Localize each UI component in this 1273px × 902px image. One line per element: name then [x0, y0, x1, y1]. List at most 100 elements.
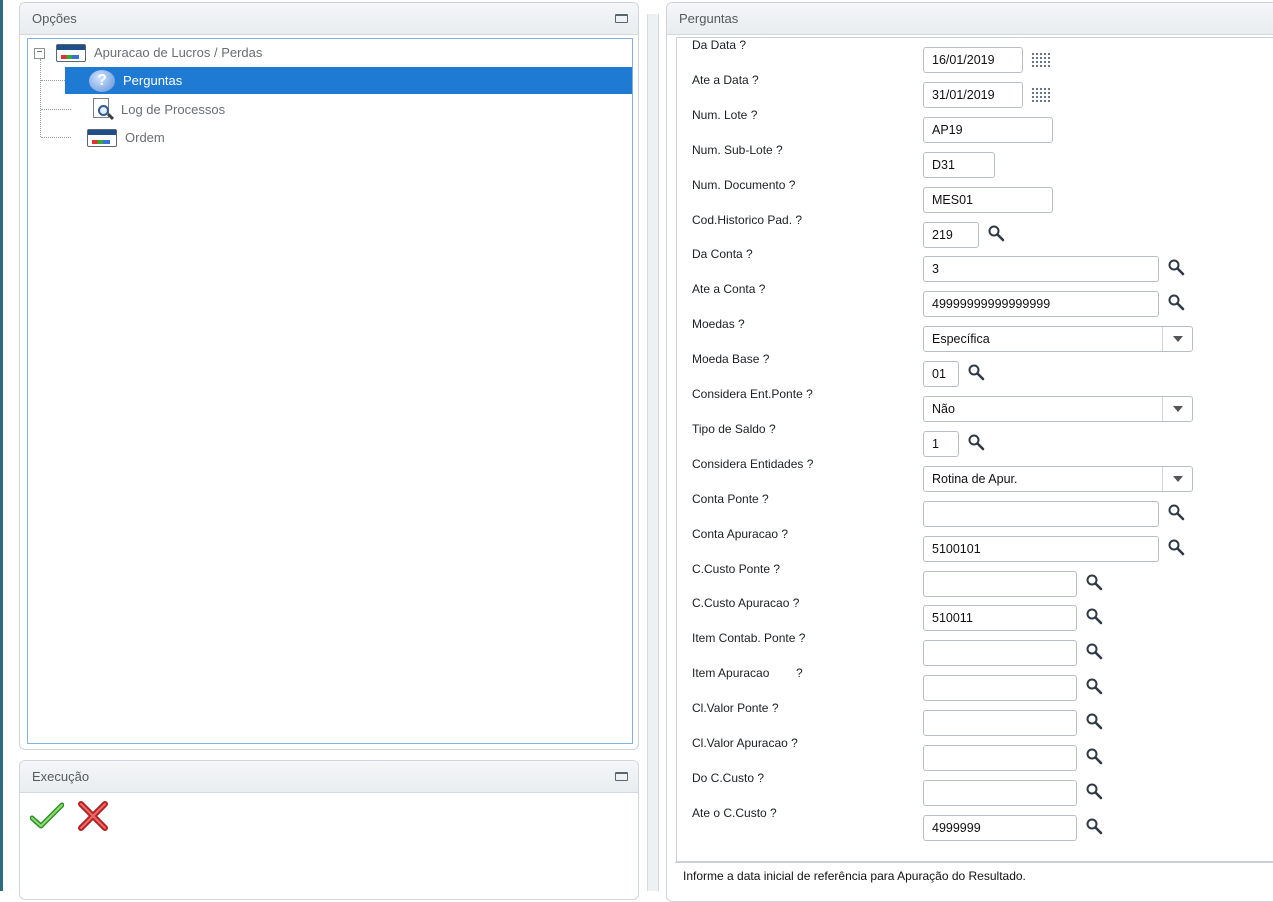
execution-panel-title: Execução — [32, 769, 90, 784]
select-value: Não — [932, 402, 955, 416]
question-row: Moeda Base ? 01 — [677, 349, 1273, 388]
question-label: Cl.Valor Ponte ? — [692, 701, 779, 716]
search-icon[interactable] — [967, 433, 985, 451]
input-value: 16/01/2019 — [932, 53, 995, 67]
question-label: Item Apuracao ? — [692, 666, 803, 681]
search-icon[interactable] — [1085, 677, 1103, 695]
question-label: Do C.Custo ? — [692, 770, 765, 785]
question-row: Num. Documento ? MES01 — [677, 175, 1273, 213]
input-value: 31/01/2019 — [932, 87, 995, 102]
search-icon[interactable] — [1085, 573, 1103, 591]
options-panel: Opções − Apuracao de Lucros / Perdas ? P… — [19, 2, 639, 750]
cancel-x-icon[interactable] — [76, 801, 110, 831]
question-row: Cl.Valor Apuracao ? — [677, 733, 1273, 771]
search-icon[interactable] — [1085, 782, 1103, 800]
question-row: Do C.Custo ? — [677, 768, 1273, 806]
window-icon — [56, 43, 86, 62]
tree-connector — [40, 59, 41, 137]
input-value: 1 — [932, 436, 939, 451]
question-row: Num. Sub-Lote ? D31 — [677, 140, 1273, 178]
question-row: C.Custo Ponte ? — [677, 559, 1273, 597]
questions-panel: Perguntas Da Data ? 16/01/2019 Ate a Data … — [666, 2, 1273, 902]
panel-splitter[interactable] — [647, 14, 659, 891]
select-value: Específica — [932, 332, 990, 347]
tree-item-label: Ordem — [125, 130, 165, 145]
search-icon[interactable] — [987, 224, 1005, 242]
question-label: Ate o C.Custo ? — [692, 805, 777, 820]
search-icon[interactable] — [967, 363, 985, 381]
question-label: Moeda Base ? — [692, 352, 770, 367]
tree-item-label: Perguntas — [123, 73, 183, 88]
execution-panel-header: Execução — [20, 761, 638, 793]
question-label: Da Conta ? — [692, 247, 753, 262]
question-label: Cl.Valor Apuracao ? — [692, 736, 798, 750]
window-icon — [87, 128, 117, 147]
question-row: Cod.Historico Pad. ? 219 — [677, 210, 1273, 248]
input-value: 01 — [932, 367, 946, 382]
question-row: Considera Entidades ? Rotina de Apur. — [677, 454, 1273, 492]
question-row: Da Conta ? 3 — [677, 244, 1273, 283]
question-row: Ate a Data ? 31/01/2019 — [677, 70, 1273, 108]
question-input[interactable]: 4999999 — [923, 814, 1077, 841]
options-tree: − Apuracao de Lucros / Perdas ? Pergunta… — [27, 38, 633, 744]
search-icon[interactable] — [1085, 747, 1103, 765]
chevron-down-icon[interactable] — [1162, 397, 1192, 421]
question-row: Item Contab. Ponte ? — [677, 628, 1273, 667]
question-label: Considera Ent.Ponte ? — [692, 387, 813, 401]
tree-root[interactable]: − Apuracao de Lucros / Perdas — [28, 39, 632, 66]
question-label: Item Contab. Ponte ? — [692, 631, 806, 646]
options-panel-title: Opções — [32, 11, 77, 26]
question-row: Conta Apuracao ? 5100101 — [677, 524, 1273, 562]
question-row: Item Apuracao ? — [677, 663, 1273, 702]
confirm-check-icon[interactable] — [30, 801, 64, 831]
tree-item-perguntas[interactable]: ? Perguntas — [65, 67, 632, 94]
question-row: Da Data ? 16/01/2019 — [677, 38, 1273, 73]
question-row: Cl.Valor Ponte ? — [677, 698, 1273, 737]
calendar-icon[interactable] — [1031, 86, 1051, 102]
question-row: Moedas ? Específica — [677, 314, 1273, 353]
questions-panel-header: Perguntas — [667, 3, 1273, 35]
search-icon[interactable] — [1085, 712, 1103, 730]
question-label: Num. Sub-Lote ? — [692, 142, 783, 157]
select-value: Rotina de Apur. — [932, 471, 1018, 486]
input-value: 4999999 — [932, 820, 981, 835]
search-icon[interactable] — [1167, 258, 1185, 276]
question-label: C.Custo Ponte ? — [692, 561, 781, 576]
question-label: Conta Apuracao ? — [692, 526, 789, 541]
question-label: Considera Entidades ? — [692, 456, 814, 471]
question-label: Num. Lote ? — [692, 107, 758, 122]
questions-panel-title: Perguntas — [679, 11, 739, 26]
input-value: 510011 — [932, 611, 973, 626]
input-value: 219 — [932, 227, 953, 242]
window-frame-edge — [0, 0, 3, 891]
search-icon[interactable] — [1085, 817, 1103, 835]
log-search-icon — [91, 97, 115, 122]
search-icon[interactable] — [1085, 642, 1103, 660]
calendar-icon[interactable] — [1031, 52, 1051, 67]
question-row: Conta Ponte ? — [677, 489, 1273, 527]
search-icon[interactable] — [1167, 538, 1185, 556]
input-value: AP19 — [932, 122, 963, 137]
question-icon: ? — [89, 69, 115, 92]
search-icon[interactable] — [1167, 503, 1185, 521]
question-label: Ate a Data ? — [692, 72, 759, 87]
input-value: D31 — [932, 157, 955, 172]
question-label: Num. Documento ? — [692, 177, 796, 192]
question-label: Moedas ? — [692, 317, 745, 332]
chevron-down-icon[interactable] — [1162, 466, 1192, 491]
search-icon[interactable] — [1085, 607, 1103, 625]
minimize-icon[interactable] — [615, 14, 628, 23]
minimize-icon[interactable] — [615, 772, 628, 781]
tree-item-ordem[interactable]: Ordem — [65, 124, 632, 151]
tree-item-log-de-processos[interactable]: Log de Processos — [65, 96, 632, 123]
question-row: Considera Ent.Ponte ? Não — [677, 384, 1273, 422]
chevron-down-icon[interactable] — [1162, 327, 1192, 352]
question-row: C.Custo Apuracao ? 510011 — [677, 593, 1273, 632]
input-value: 3 — [932, 262, 939, 277]
input-value: 5100101 — [932, 541, 981, 556]
question-label: Conta Ponte ? — [692, 491, 769, 506]
search-icon[interactable] — [1167, 293, 1185, 311]
tree-root-label: Apuracao de Lucros / Perdas — [94, 45, 263, 60]
collapse-icon[interactable]: − — [34, 48, 45, 59]
question-row: Num. Lote ? AP19 — [677, 105, 1273, 143]
